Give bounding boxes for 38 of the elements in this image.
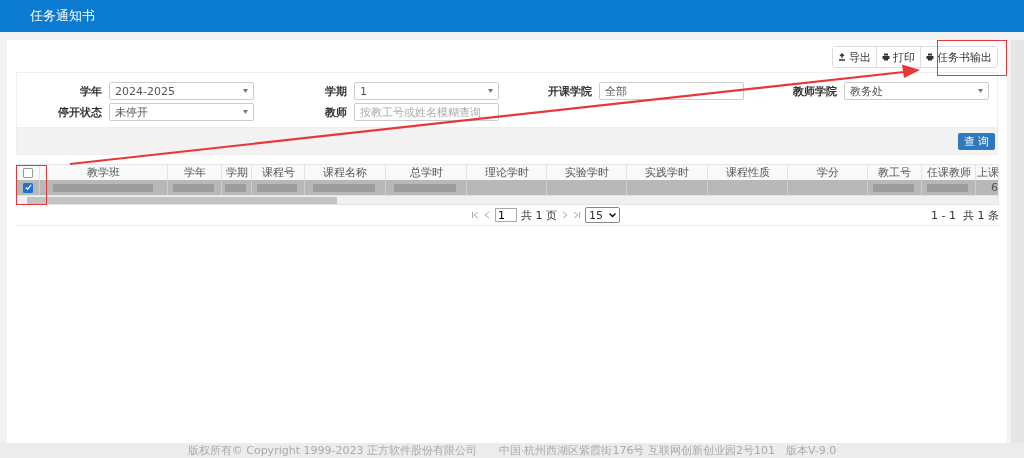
filter-label: 教师 — [324, 104, 348, 120]
caret-icon — [243, 89, 248, 93]
input-field[interactable]: 按教工号或姓名模糊查询 — [354, 103, 499, 121]
input-field[interactable]: 全部 — [599, 82, 744, 100]
select-field[interactable]: 1 — [354, 82, 499, 100]
caret-icon — [488, 89, 493, 93]
print-icon — [926, 53, 934, 61]
filter-label: 教师学院 — [792, 83, 838, 99]
caret-icon — [978, 89, 983, 93]
filter-label: 开课学院 — [547, 83, 593, 99]
caret-icon — [243, 110, 248, 114]
page-number-field[interactable]: 1 — [495, 208, 517, 222]
horizontal-scrollbar[interactable] — [17, 195, 998, 204]
caret-icon — [609, 212, 616, 218]
filter-label: 学期 — [324, 83, 348, 99]
record-range-text: 1 - 1 — [931, 208, 956, 222]
record-total-text: 共 1 条 — [963, 207, 999, 223]
previous-page-icon[interactable] — [483, 211, 491, 219]
select-all-checkbox[interactable] — [23, 167, 33, 178]
first-page-icon[interactable] — [471, 211, 479, 219]
filter-label: 学年 — [79, 83, 103, 99]
last-page-icon[interactable] — [573, 211, 581, 219]
export-icon — [838, 53, 846, 61]
print-icon — [882, 53, 890, 61]
select-field[interactable]: 2024-2025 — [109, 82, 254, 100]
select-field[interactable]: 未停开 — [109, 103, 254, 121]
highlight-box — [16, 165, 47, 205]
row-checkbox[interactable] — [23, 182, 33, 193]
toolbar-button[interactable]: 任务书输出 — [920, 47, 997, 67]
highlight-box — [937, 40, 1007, 76]
select-field[interactable]: 教务处 — [844, 82, 989, 100]
filter-label: 停开状态 — [57, 104, 103, 120]
total-pages-text: 共 1 页 — [521, 207, 557, 223]
page-size-select[interactable]: 15 — [585, 207, 620, 223]
search-button[interactable]: 查 询 — [957, 132, 995, 150]
next-page-icon[interactable] — [561, 211, 569, 219]
table-row[interactable]: 6 — [17, 180, 998, 195]
page-title: 任务通知书 — [30, 7, 95, 25]
